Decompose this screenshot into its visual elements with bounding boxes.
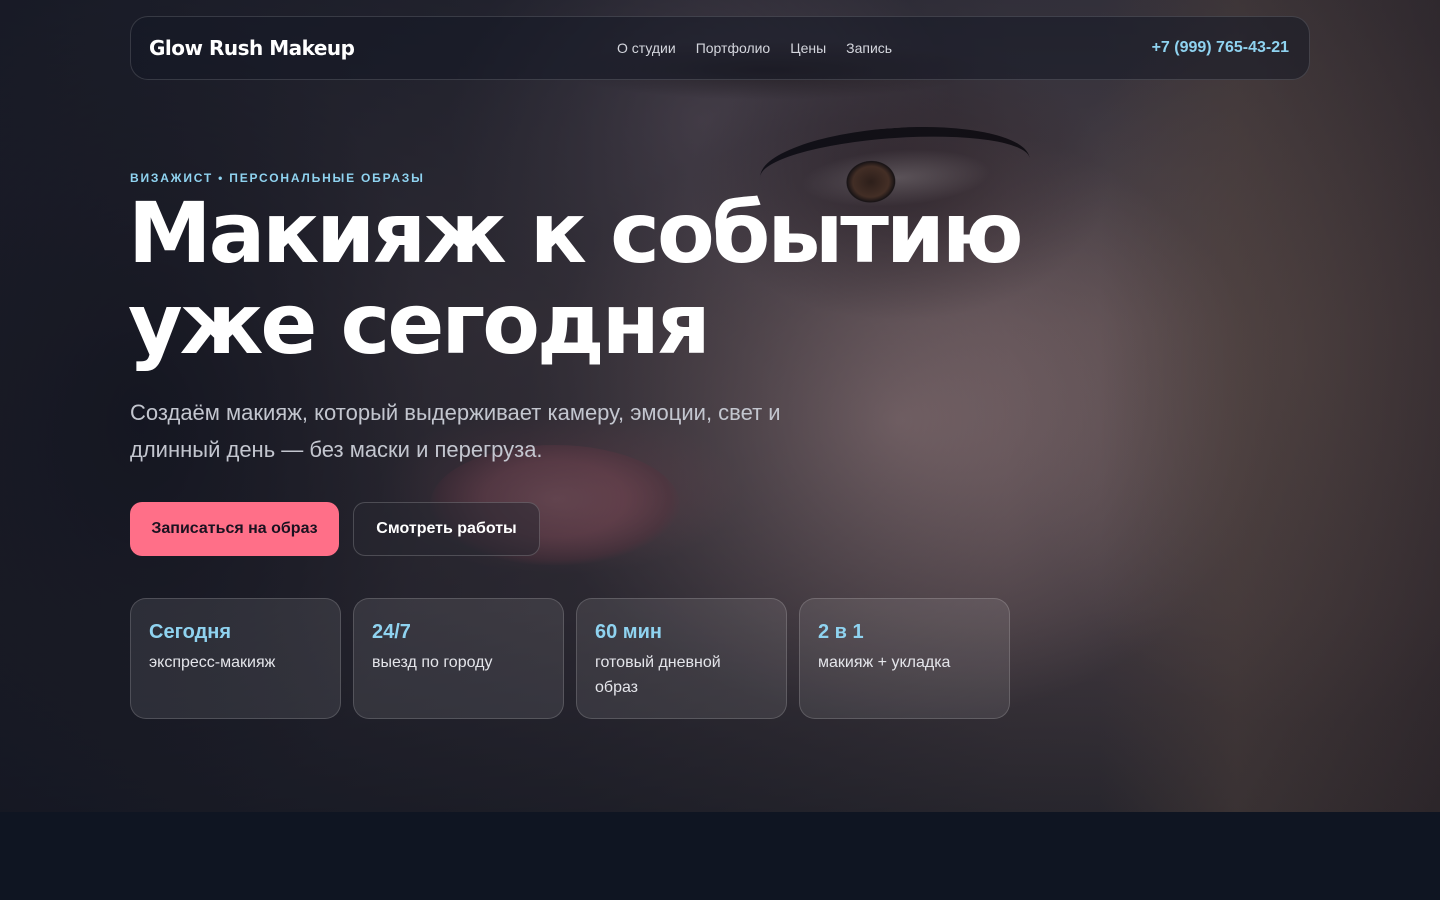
main-menu: О студии Портфолио Цены Запись — [617, 17, 892, 79]
phone-link[interactable]: +7 (999) 765-43-21 — [1152, 17, 1289, 79]
nav-link-portfolio[interactable]: Портфолио — [696, 40, 771, 56]
next-section — [0, 812, 1440, 900]
nav-link-about[interactable]: О студии — [617, 40, 676, 56]
hero-lead: Создаём макияж, который выдерживает каме… — [130, 400, 781, 462]
stat-value: Сегодня — [149, 621, 232, 643]
stat-card: Сегодня экспресс-макияж — [130, 598, 341, 719]
stats-row: Сегодня экспресс-макияж 24/7 выезд по го… — [130, 598, 1010, 719]
brand-logo[interactable]: Glow Rush Makeup — [149, 36, 355, 60]
headline-line-1: Макияж к событию — [128, 184, 1023, 282]
headline-line-2: уже сегодня — [128, 275, 711, 373]
stat-label: выезд по городу — [372, 654, 493, 671]
stat-label: макияж + укладка — [818, 654, 951, 671]
hero-eyebrow: ВИЗАЖИСТ • ПЕРСОНАЛЬНЫЕ ОБРАЗЫ — [130, 171, 425, 185]
stat-label: готовый дневной образ — [595, 654, 721, 696]
top-navigation: Glow Rush Makeup О студии Портфолио Цены… — [130, 16, 1310, 80]
page-title: Макияж к событию уже сегодня — [128, 188, 1108, 370]
nav-link-booking[interactable]: Запись — [846, 40, 892, 56]
stat-card: 60 мин готовый дневной образ — [576, 598, 787, 719]
stat-value: 60 мин — [595, 621, 662, 643]
nav-link-prices[interactable]: Цены — [790, 40, 826, 56]
view-works-button[interactable]: Смотреть работы — [353, 502, 540, 556]
stat-label: экспресс-макияж — [149, 654, 276, 671]
stat-value: 2 в 1 — [818, 621, 864, 643]
stat-card: 2 в 1 макияж + укладка — [799, 598, 1010, 719]
book-look-button[interactable]: Записаться на образ — [130, 502, 339, 556]
stat-card: 24/7 выезд по городу — [353, 598, 564, 719]
stat-value: 24/7 — [372, 621, 411, 643]
